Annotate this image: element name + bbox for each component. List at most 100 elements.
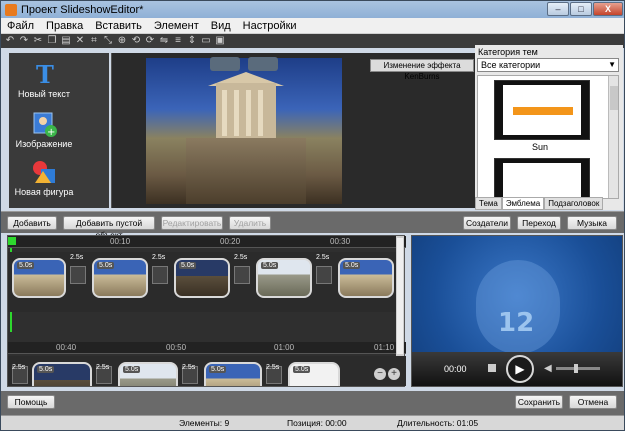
total-duration: Длительность: 01:05 xyxy=(397,418,479,428)
transition-clip[interactable] xyxy=(316,266,332,284)
rotate-left-icon[interactable]: ⟲ xyxy=(131,35,141,47)
theme-category-select[interactable]: Все категории ▼ xyxy=(477,58,619,72)
minimize-button[interactable]: – xyxy=(547,2,569,16)
timeline[interactable]: 00:10 00:20 00:30 5.0s 2.5s 5.0s 2.5s 5.… xyxy=(7,235,406,387)
theme-name: Sun xyxy=(531,142,548,152)
volume-slider[interactable] xyxy=(556,364,600,373)
save-button[interactable]: Сохранить xyxy=(515,395,563,409)
tab-subtitle[interactable]: Подзаголовок xyxy=(544,197,604,210)
zoom-icon[interactable]: ⊕ xyxy=(117,35,127,47)
svg-text:T: T xyxy=(36,61,54,87)
cancel-button[interactable]: Отмена xyxy=(569,395,617,409)
resize-icon[interactable]: ⤡ xyxy=(103,35,113,47)
themes-panel: Категория тем Все категории ▼ Sun Тема Э… xyxy=(475,45,623,210)
elements-count: Элементы: 9 xyxy=(179,418,230,428)
temple-column xyxy=(234,90,239,136)
kenburns-button[interactable]: Изменение эффекта KenBurns xyxy=(370,59,474,81)
theme-thumbnail[interactable] xyxy=(494,158,590,198)
menu-file[interactable]: Файл xyxy=(1,20,40,32)
clip-duration: 5.0s xyxy=(261,262,279,269)
status-bar: Элементы: 9 Позиция: 00:00 Длительность:… xyxy=(1,415,624,430)
crop-icon[interactable]: ⌗ xyxy=(89,35,99,47)
tab-theme[interactable]: Тема xyxy=(475,197,502,210)
volume-icon[interactable]: ◀ xyxy=(544,363,552,374)
slide-clip[interactable]: 5.0s xyxy=(288,362,340,386)
theme-list[interactable]: Sun xyxy=(477,75,619,199)
transition-duration: 2.5s xyxy=(316,254,330,261)
zoom-out-button[interactable]: − xyxy=(374,368,386,380)
redo-icon[interactable]: ↷ xyxy=(19,35,29,47)
video-player[interactable]: 12 00:00 ▶ ◀ xyxy=(411,235,623,387)
slide-clip[interactable]: 5.0s xyxy=(256,258,312,298)
timeline-ruler-top[interactable]: 00:10 00:20 00:30 xyxy=(8,236,406,248)
paste-icon[interactable]: ▤ xyxy=(61,35,71,47)
music-button[interactable]: Музыка xyxy=(567,216,617,230)
cut-icon[interactable]: ✂ xyxy=(33,35,43,47)
close-button[interactable]: X xyxy=(593,2,623,16)
slide-preview[interactable] xyxy=(146,58,342,204)
theme-list-scrollbar[interactable] xyxy=(608,76,618,198)
zoom-in-button[interactable]: + xyxy=(388,368,400,380)
preview-area[interactable]: Изменение эффекта KenBurns xyxy=(111,53,475,208)
slide-clip[interactable]: 5.0s xyxy=(92,258,148,298)
temple-column xyxy=(222,90,227,136)
menu-view[interactable]: Вид xyxy=(205,20,237,32)
slide-clip[interactable]: 5.0s xyxy=(204,362,262,386)
menu-insert[interactable]: Вставить xyxy=(89,20,148,32)
slide-clip[interactable]: 5.0s xyxy=(338,258,394,298)
timeline-ruler-bottom[interactable]: 00:40 00:50 01:00 01:10 xyxy=(8,342,406,354)
svg-text:+: + xyxy=(47,127,55,137)
new-shape-tool[interactable]: Новая фигура xyxy=(9,159,79,197)
distribute-icon[interactable]: ⇕ xyxy=(187,35,197,47)
creators-button[interactable]: Создатели xyxy=(463,216,511,230)
send-back-icon[interactable]: ▭ xyxy=(201,35,211,47)
add-button[interactable]: Добавить xyxy=(7,216,57,230)
new-text-tool[interactable]: T Новый текст xyxy=(9,60,79,99)
play-button[interactable]: ▶ xyxy=(506,355,534,383)
transition-button[interactable]: Переход xyxy=(517,216,561,230)
slide-clip[interactable]: 5.0s xyxy=(32,362,92,386)
slide-clip[interactable]: 5.0s xyxy=(118,362,178,386)
transition-duration: 2.5s xyxy=(70,254,84,261)
image-tool[interactable]: + Изображение xyxy=(9,111,79,149)
edit-button[interactable]: Редактировать xyxy=(161,216,223,230)
timeline-scrollbar[interactable] xyxy=(396,236,404,356)
window-title: Проект SlideshowEditor* xyxy=(21,3,144,16)
preview-end-frame-button[interactable] xyxy=(248,57,278,71)
flip-icon[interactable]: ⇋ xyxy=(159,35,169,47)
theme-thumbnail-sun[interactable] xyxy=(494,80,590,140)
undo-icon[interactable]: ↶ xyxy=(5,35,15,47)
clip-duration: 5.0s xyxy=(17,262,35,269)
timeline-track-2: 2.5s 5.0s 2.5s 5.0s 2.5s 5.0s 2.5s 5.0s … xyxy=(8,356,406,386)
align-icon[interactable]: ≡ xyxy=(173,35,183,47)
volume-slider-thumb[interactable] xyxy=(574,364,578,373)
menu-bar: Файл Правка Вставить Элемент Вид Настрой… xyxy=(1,18,624,34)
delete-icon[interactable]: ✕ xyxy=(75,35,85,47)
copy-icon[interactable]: ❐ xyxy=(47,35,57,47)
preview-start-frame-button[interactable] xyxy=(210,57,240,71)
stone-steps xyxy=(186,138,306,204)
transition-clip[interactable] xyxy=(152,266,168,284)
maximize-button[interactable]: □ xyxy=(570,2,592,16)
menu-settings[interactable]: Настройки xyxy=(237,20,303,32)
transition-clip[interactable] xyxy=(234,266,250,284)
clip-duration: 5.0s xyxy=(293,366,311,373)
play-icon: ▶ xyxy=(515,362,525,376)
rotate-right-icon[interactable]: ⟳ xyxy=(145,35,155,47)
slide-clip[interactable]: 5.0s xyxy=(174,258,230,298)
bring-front-icon[interactable]: ▣ xyxy=(215,35,225,47)
remove-button[interactable]: Удалить xyxy=(229,216,271,230)
menu-element[interactable]: Элемент xyxy=(148,20,205,32)
transition-duration: 2.5s xyxy=(96,364,110,371)
stop-icon[interactable] xyxy=(488,364,496,372)
add-empty-object-button[interactable]: Добавить пустой объект xyxy=(63,216,155,240)
playhead-marker[interactable] xyxy=(8,237,16,245)
help-button[interactable]: Помощь xyxy=(7,395,55,409)
playback-time: 00:00 xyxy=(444,364,467,374)
ruler-label: 01:10 xyxy=(374,343,395,352)
slide-clip[interactable]: 5.0s xyxy=(12,258,66,298)
transition-clip[interactable] xyxy=(70,266,86,284)
menu-edit[interactable]: Правка xyxy=(40,20,89,32)
tab-emblem[interactable]: Эмблема xyxy=(501,197,545,210)
text-icon: T xyxy=(31,60,57,89)
